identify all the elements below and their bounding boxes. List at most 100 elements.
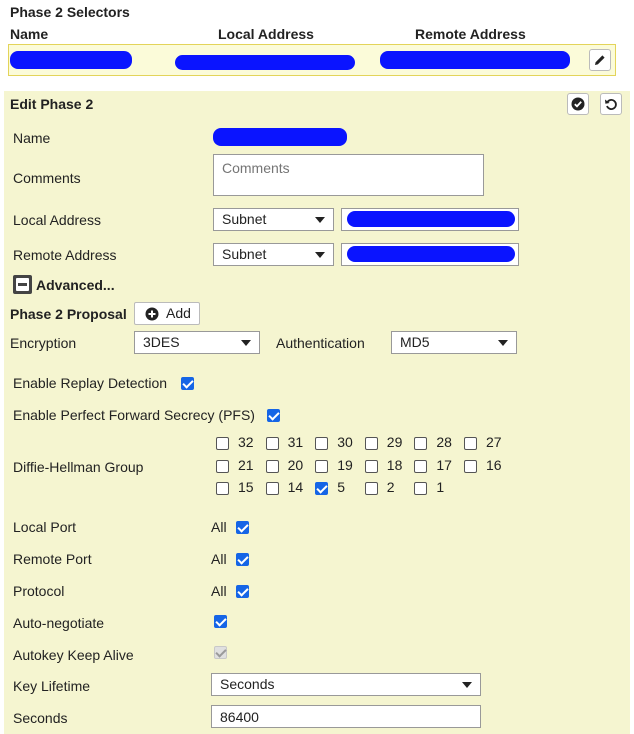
authentication-value: MD5: [400, 334, 430, 350]
dh-group-21-label: 21: [238, 456, 254, 473]
local-address-label: Local Address: [13, 212, 101, 228]
minus-box-icon: [16, 278, 29, 291]
dh-group-32-checkbox[interactable]: [216, 437, 229, 450]
dh-group-19-label: 19: [337, 456, 353, 473]
dh-group-15-label: 15: [238, 479, 254, 495]
pfs-checkbox[interactable]: [267, 409, 280, 422]
autoneg-checkbox[interactable]: [214, 615, 227, 628]
advanced-toggle[interactable]: [13, 275, 32, 294]
key-lifetime-select[interactable]: Seconds: [211, 673, 481, 696]
redacted-name: [10, 51, 132, 69]
advanced-label[interactable]: Advanced...: [36, 277, 115, 293]
dh-group-1-label: 1: [436, 479, 445, 495]
revert-button[interactable]: [600, 93, 622, 115]
remote-port-all-checkbox[interactable]: [236, 553, 249, 566]
dh-label: Diffie-Hellman Group: [13, 459, 144, 475]
protocol-label: Protocol: [13, 583, 65, 599]
replay-checkbox[interactable]: [181, 377, 194, 390]
check-circle-icon: [571, 97, 585, 111]
dh-group-2-label: 2: [386, 479, 395, 495]
encryption-select[interactable]: 3DES: [134, 331, 260, 354]
dh-group-17-checkbox[interactable]: [414, 459, 428, 473]
keepalive-checkbox: [214, 646, 227, 659]
local-address-type-select[interactable]: Subnet: [213, 208, 334, 231]
local-port-label: Local Port: [13, 519, 77, 535]
remote-port-all: All: [211, 551, 227, 567]
pfs-label: Enable Perfect Forward Secrecy (PFS): [13, 407, 255, 423]
dh-group-19-checkbox[interactable]: [315, 459, 329, 473]
dh-group-28-label: 28: [436, 434, 452, 450]
keepalive-label: Autokey Keep Alive: [13, 647, 134, 663]
dh-group-14-checkbox[interactable]: [265, 482, 279, 495]
chevron-down-icon: [498, 340, 508, 346]
name-label: Name: [13, 130, 51, 146]
dh-group-31-checkbox[interactable]: [265, 437, 279, 450]
undo-icon: [605, 99, 617, 110]
dh-group-28-checkbox[interactable]: [414, 437, 428, 450]
dh-group-30-checkbox[interactable]: [315, 437, 329, 450]
remote-address-type-select[interactable]: Subnet: [213, 243, 334, 266]
edit-title: Edit Phase 2: [10, 96, 94, 112]
add-label: Add: [166, 305, 191, 321]
encryption-value: 3DES: [143, 334, 180, 350]
col-name-header: Name: [10, 26, 49, 42]
protocol-all: All: [211, 583, 227, 599]
local-port-all: All: [211, 519, 227, 535]
plus-circle-icon: [145, 307, 159, 321]
redacted-remote-address: [347, 246, 515, 262]
local-port-all-checkbox[interactable]: [236, 521, 249, 534]
authentication-label: Authentication: [276, 335, 365, 351]
remote-address-label: Remote Address: [13, 247, 117, 263]
dh-group-29-label: 29: [386, 434, 403, 450]
protocol-all-checkbox[interactable]: [236, 585, 249, 598]
chevron-down-icon: [462, 682, 472, 688]
edit-selector-button[interactable]: [589, 49, 611, 71]
dh-group-18-label: 18: [386, 456, 403, 473]
local-address-type-value: Subnet: [222, 211, 267, 227]
dh-group-20-checkbox[interactable]: [265, 459, 279, 473]
dh-group-21-checkbox[interactable]: [216, 459, 229, 473]
dh-group-31-label: 31: [287, 434, 304, 450]
comments-label: Comments: [13, 170, 81, 186]
comments-textarea[interactable]: [213, 154, 484, 196]
dh-group-27-label: 27: [486, 434, 502, 450]
dh-group-16-checkbox[interactable]: [464, 459, 477, 473]
selectors-title: Phase 2 Selectors: [10, 4, 130, 20]
seconds-input[interactable]: [211, 705, 481, 728]
redacted-phase2-name: [213, 128, 347, 146]
dh-group-5-label: 5: [337, 479, 345, 495]
dh-group-20-label: 20: [287, 456, 304, 473]
authentication-select[interactable]: MD5: [391, 331, 517, 354]
col-local-header: Local Address: [218, 26, 314, 42]
key-lifetime-value: Seconds: [220, 676, 275, 692]
dh-group-1-checkbox[interactable]: [414, 482, 428, 495]
redacted-local: [175, 55, 355, 70]
add-proposal-button[interactable]: Add: [134, 302, 200, 325]
redacted-local-address: [347, 211, 515, 227]
key-lifetime-label: Key Lifetime: [13, 678, 91, 694]
encryption-label: Encryption: [10, 335, 77, 351]
dh-group-15-checkbox[interactable]: [216, 482, 229, 495]
apply-button[interactable]: [567, 93, 589, 115]
proposal-label: Phase 2 Proposal: [10, 306, 127, 322]
pencil-icon: [595, 55, 605, 65]
dh-group-17-label: 17: [436, 456, 452, 473]
remote-address-type-value: Subnet: [222, 246, 267, 262]
chevron-down-icon: [241, 340, 251, 346]
dh-group-2-checkbox[interactable]: [364, 482, 378, 495]
replay-label: Enable Replay Detection: [13, 375, 168, 391]
dh-group-32-label: 32: [238, 434, 254, 450]
autoneg-label: Auto-negotiate: [13, 615, 105, 631]
dh-group-16-label: 16: [486, 456, 502, 473]
seconds-label: Seconds: [13, 710, 68, 726]
dh-group-5-checkbox[interactable]: [315, 482, 329, 495]
col-remote-header: Remote Address: [415, 26, 526, 42]
chevron-down-icon: [315, 252, 325, 258]
dh-group-14-label: 14: [287, 479, 304, 495]
remote-port-label: Remote Port: [13, 551, 92, 567]
dh-group-30-label: 30: [337, 434, 353, 450]
dh-group-18-checkbox[interactable]: [364, 459, 378, 473]
redacted-remote: [380, 51, 570, 69]
dh-group-27-checkbox[interactable]: [464, 437, 477, 450]
dh-group-29-checkbox[interactable]: [364, 437, 378, 450]
